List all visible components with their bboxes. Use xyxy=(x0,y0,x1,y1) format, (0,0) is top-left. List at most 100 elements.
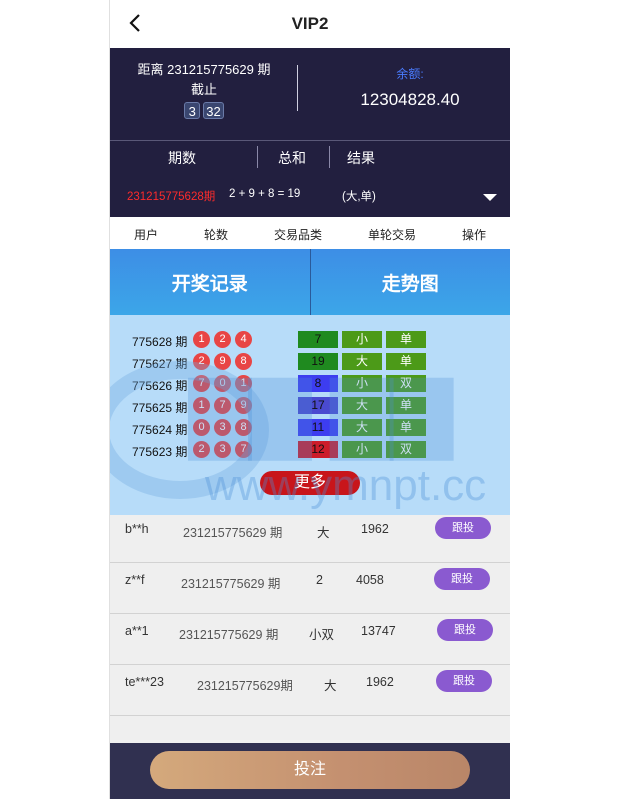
number-ball: 7 xyxy=(214,397,231,414)
balance-label: 余额: xyxy=(396,67,424,81)
timer-minutes: 3 xyxy=(184,102,201,119)
history-size: 小 xyxy=(342,441,382,458)
history-row: 775623 期 2 3 7 12 小双 xyxy=(110,440,510,460)
history-parity: 双 xyxy=(386,375,426,392)
number-ball: 7 xyxy=(193,375,210,392)
history-sum: 7 xyxy=(298,331,338,348)
number-ball: 1 xyxy=(235,375,252,392)
history-period: 775626 期 xyxy=(132,379,188,393)
bet-user: te***23 xyxy=(125,675,164,689)
history-size: 小 xyxy=(342,375,382,392)
history-period: 775628 期 xyxy=(132,335,188,349)
number-ball: 1 xyxy=(193,331,210,348)
column-category: 交易品类 xyxy=(274,228,323,242)
number-ball: 0 xyxy=(214,375,231,392)
history-period: 775624 期 xyxy=(132,423,188,437)
history-parity: 双 xyxy=(386,441,426,458)
caret-down-icon[interactable] xyxy=(483,194,497,201)
bet-period: 231215775629 期 xyxy=(179,628,279,642)
countdown: 距离 231215775629 期 截止 3 32 xyxy=(110,60,298,122)
bet-amount: 13747 xyxy=(361,624,396,638)
number-ball: 2 xyxy=(214,331,231,348)
history-parity: 单 xyxy=(386,353,426,370)
bet-amount: 1962 xyxy=(366,675,394,689)
app-screen: VIP2 距离 231215775629 期 截止 3 32 余额: 12304… xyxy=(110,0,510,799)
bet-type: 2 xyxy=(316,573,323,587)
place-bet-button[interactable]: 投注 xyxy=(150,751,470,789)
follow-bet-button[interactable]: 跟投 xyxy=(437,619,493,641)
number-ball: 0 xyxy=(193,419,210,436)
latest-formula: 2 + 9 + 8 = 19 xyxy=(229,188,301,200)
bet-amount: 4058 xyxy=(356,573,384,587)
bet-row: te***23 231215775629期 大 1962 跟投 xyxy=(110,665,510,716)
more-button[interactable]: 更多 xyxy=(260,471,360,495)
history-period: 775627 期 xyxy=(132,357,188,371)
history-sum: 19 xyxy=(298,353,338,370)
history-sum: 11 xyxy=(298,419,338,436)
history-row: 775625 期 1 7 9 17 大单 xyxy=(110,396,510,416)
tab-trend-chart[interactable]: 走势图 xyxy=(311,249,511,315)
header-sum: 总和 xyxy=(278,150,306,166)
follow-bet-button[interactable]: 跟投 xyxy=(435,517,491,539)
balance: 余额: 12304828.40 xyxy=(320,65,500,110)
divider xyxy=(297,65,298,111)
follow-bet-button[interactable]: 跟投 xyxy=(436,670,492,692)
bet-row: a**1 231215775629 期 小双 13747 跟投 xyxy=(110,614,510,665)
page-title: VIP2 xyxy=(291,14,329,33)
header-result: 结果 xyxy=(347,150,375,166)
history-period: 775625 期 xyxy=(132,401,188,415)
tab-bar: 开奖记录 走势图 xyxy=(110,249,510,315)
history-size: 小 xyxy=(342,331,382,348)
follow-bet-button[interactable]: 跟投 xyxy=(434,568,490,590)
bet-type: 大 xyxy=(317,526,330,540)
history-parity: 单 xyxy=(386,331,426,348)
nav-bar: VIP2 xyxy=(110,0,510,48)
bet-period: 231215775629期 xyxy=(197,679,293,693)
bet-type: 大 xyxy=(324,679,337,693)
countdown-timer: 3 32 xyxy=(184,102,224,119)
number-ball: 2 xyxy=(193,441,210,458)
countdown-label: 截止 xyxy=(190,82,217,97)
column-round: 轮数 xyxy=(204,228,229,242)
number-ball: 7 xyxy=(235,441,252,458)
bottom-bar: 投注 xyxy=(110,743,510,799)
history-row: 775628 期 124 7小单 xyxy=(110,330,510,350)
history-parity: 单 xyxy=(386,419,426,436)
column-amount: 单轮交易 xyxy=(368,228,417,242)
number-ball: 2 xyxy=(193,353,210,370)
history-size: 大 xyxy=(342,419,382,436)
header-period: 期数 xyxy=(168,150,196,166)
number-ball: 3 xyxy=(214,441,231,458)
number-ball: 8 xyxy=(235,419,252,436)
history-sum: 12 xyxy=(298,441,338,458)
bet-type: 小双 xyxy=(309,628,335,642)
latest-outcome: (大,单) xyxy=(342,191,376,203)
bet-user: z**f xyxy=(125,573,145,587)
number-ball: 4 xyxy=(235,331,252,348)
balance-value: 12304828.40 xyxy=(360,90,460,109)
history-period: 775623 期 xyxy=(132,445,188,459)
history-row: 775624 期 0 3 8 11 大单 xyxy=(110,418,510,438)
number-ball: 9 xyxy=(235,397,252,414)
draw-info-panel: 距离 231215775629 期 截止 3 32 余额: 12304828.4… xyxy=(110,48,510,217)
draw-history-list: 775628 期 1 2 4 7 小单 775627 期 2 9 8 19 大单 775626 期701… xyxy=(110,315,510,515)
column-user: 用户 xyxy=(134,228,159,242)
result-header: 期数 总和 结果 xyxy=(110,141,510,174)
bet-user: a**1 xyxy=(125,624,149,638)
bet-row: z**f 231215775629 期 2 4058 跟投 xyxy=(110,563,510,614)
history-sum: 8 xyxy=(298,375,338,392)
history-size: 大 xyxy=(342,397,382,414)
divider xyxy=(329,146,330,168)
back-button[interactable] xyxy=(124,12,146,34)
number-ball: 3 xyxy=(214,419,231,436)
bet-row: b**h 231215775629 期 大 1962 跟投 xyxy=(110,512,510,563)
number-ball: 9 xyxy=(214,353,231,370)
latest-result[interactable]: 231215775628期 2 + 9 + 8 = 19 (大,单) xyxy=(110,174,510,217)
timer-seconds: 32 xyxy=(203,102,224,119)
countdown-balance: 距离 231215775629 期 截止 3 32 余额: 12304828.4… xyxy=(110,48,510,140)
tab-draw-history[interactable]: 开奖记录 xyxy=(110,249,311,315)
bet-amount: 1962 xyxy=(361,522,389,536)
bet-columns-header: 用户 轮数 交易品类 单轮交易 操作 xyxy=(110,217,510,249)
number-ball: 8 xyxy=(235,353,252,370)
history-size: 大 xyxy=(342,353,382,370)
